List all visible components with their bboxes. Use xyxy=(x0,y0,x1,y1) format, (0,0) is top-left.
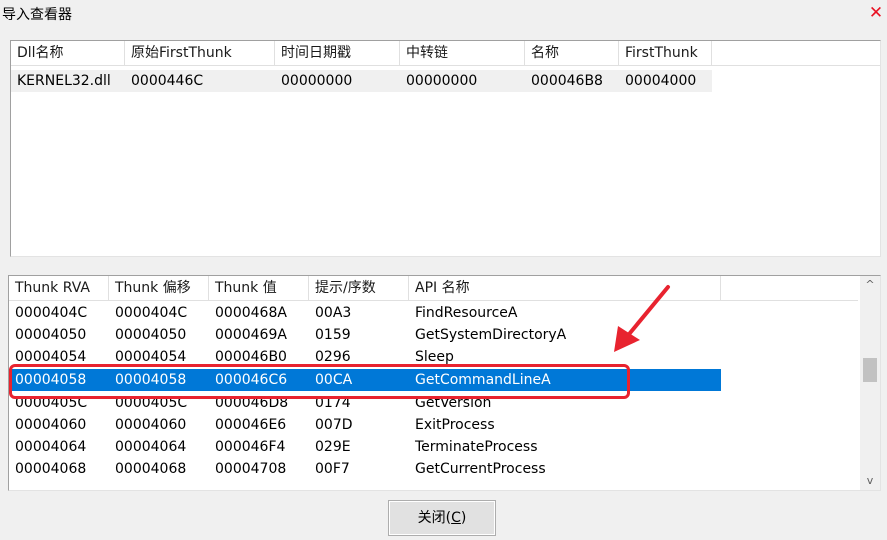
cell-hint-ordinal: 0159 xyxy=(315,327,351,343)
cell-thunk-offset: 00004054 xyxy=(115,349,187,365)
cell-hint-ordinal: 00F7 xyxy=(315,461,350,477)
cell-api-name: FindResourceA xyxy=(415,305,518,321)
column-header-name[interactable]: 名称 xyxy=(525,41,619,66)
column-header-dll-name[interactable]: Dll名称 xyxy=(11,41,125,66)
scroll-up-icon[interactable]: ^ xyxy=(860,276,880,294)
cell-hint-ordinal: 0174 xyxy=(315,395,351,411)
cell-timestamp: 00000000 xyxy=(281,73,353,89)
cell-thunk-value: 000046F4 xyxy=(215,439,286,455)
cell-thunk-offset: 00004050 xyxy=(115,327,187,343)
dll-list-header: Dll名称 原始FirstThunk 时间日期戳 中转链 名称 FirstThu… xyxy=(11,41,880,66)
column-header-api-name[interactable]: API 名称 xyxy=(409,276,721,301)
close-button-accelerator: C xyxy=(451,510,461,526)
table-row[interactable]: 00004060 00004060 000046E6 007D ExitProc… xyxy=(9,414,721,436)
cell-thunk-value: 000046C6 xyxy=(215,372,288,388)
table-row[interactable]: 0000404C 0000404C 0000468A 00A3 FindReso… xyxy=(9,302,721,324)
column-header-hint-ordinal[interactable]: 提示/序数 xyxy=(309,276,409,301)
close-button[interactable]: 关闭(C) xyxy=(388,500,496,536)
cell-thunk-offset: 0000404C xyxy=(115,305,188,321)
thunk-list[interactable]: Thunk RVA Thunk 偏移 Thunk 值 提示/序数 API 名称 … xyxy=(8,275,881,491)
cell-thunk-value: 000046D8 xyxy=(215,395,289,411)
table-row-selected[interactable]: 00004058 00004058 000046C6 00CA GetComma… xyxy=(9,369,721,391)
cell-forwarder-chain: 00000000 xyxy=(406,73,478,89)
cell-thunk-offset: 00004064 xyxy=(115,439,187,455)
cell-hint-ordinal: 0296 xyxy=(315,349,351,365)
cell-thunk-rva: 00004060 xyxy=(15,417,87,433)
cell-thunk-value: 000046B0 xyxy=(215,349,287,365)
table-row[interactable]: 00004054 00004054 000046B0 0296 Sleep xyxy=(9,346,721,368)
cell-thunk-rva: 00004054 xyxy=(15,349,87,365)
column-header-forwarder-chain[interactable]: 中转链 xyxy=(400,41,525,66)
scroll-down-icon[interactable]: v xyxy=(860,472,880,490)
cell-thunk-offset: 0000405C xyxy=(115,395,188,411)
scrollbar-thumb[interactable] xyxy=(863,358,877,382)
title-bar: 导入查看器 ✕ xyxy=(0,0,887,30)
thunk-list-header: Thunk RVA Thunk 偏移 Thunk 值 提示/序数 API 名称 xyxy=(9,276,858,301)
cell-api-name: GetVersion xyxy=(415,395,492,411)
cell-thunk-rva: 00004064 xyxy=(15,439,87,455)
table-row[interactable]: 0000405C 0000405C 000046D8 0174 GetVersi… xyxy=(9,392,721,414)
column-header-thunk-value[interactable]: Thunk 值 xyxy=(209,276,309,301)
cell-thunk-offset: 00004060 xyxy=(115,417,187,433)
column-header-first-thunk[interactable]: FirstThunk xyxy=(619,41,712,66)
cell-dll-name: KERNEL32.dll xyxy=(17,73,111,89)
cell-hint-ordinal: 00CA xyxy=(315,372,353,388)
cell-api-name: GetCommandLineA xyxy=(415,372,551,388)
vertical-scrollbar[interactable]: ^ v xyxy=(860,276,880,490)
cell-hint-ordinal: 00A3 xyxy=(315,305,352,321)
cell-hint-ordinal: 007D xyxy=(315,417,353,433)
cell-thunk-value: 0000468A xyxy=(215,305,287,321)
column-header-original-first-thunk[interactable]: 原始FirstThunk xyxy=(125,41,275,66)
cell-thunk-value: 0000469A xyxy=(215,327,287,343)
cell-thunk-value: 00004708 xyxy=(215,461,287,477)
column-header-filler xyxy=(721,276,858,301)
table-row[interactable]: 00004068 00004068 00004708 00F7 GetCurre… xyxy=(9,458,721,480)
cell-api-name: GetCurrentProcess xyxy=(415,461,546,477)
column-header-timestamp[interactable]: 时间日期戳 xyxy=(275,41,400,66)
cell-original-first-thunk: 0000446C xyxy=(131,73,204,89)
dll-list[interactable]: Dll名称 原始FirstThunk 时间日期戳 中转链 名称 FirstThu… xyxy=(10,40,881,257)
column-header-filler xyxy=(712,41,880,66)
cell-thunk-offset: 00004068 xyxy=(115,461,187,477)
cell-thunk-rva: 0000405C xyxy=(15,395,88,411)
cell-api-name: ExitProcess xyxy=(415,417,495,433)
close-icon[interactable]: ✕ xyxy=(865,0,887,26)
cell-thunk-offset: 00004058 xyxy=(115,372,187,388)
column-header-thunk-offset[interactable]: Thunk 偏移 xyxy=(109,276,209,301)
thunk-rows: 0000404C 0000404C 0000468A 00A3 FindReso… xyxy=(9,301,858,490)
cell-first-thunk: 00004000 xyxy=(625,73,697,89)
cell-api-name: Sleep xyxy=(415,349,454,365)
close-button-label: 关闭( xyxy=(417,510,452,526)
cell-thunk-rva: 0000404C xyxy=(15,305,88,321)
cell-thunk-value: 000046E6 xyxy=(215,417,287,433)
window-title: 导入查看器 xyxy=(2,7,72,23)
cell-name: 000046B8 xyxy=(531,73,603,89)
cell-thunk-rva: 00004050 xyxy=(15,327,87,343)
cell-hint-ordinal: 029E xyxy=(315,439,351,455)
table-row[interactable]: 00004064 00004064 000046F4 029E Terminat… xyxy=(9,436,721,458)
cell-api-name: GetSystemDirectoryA xyxy=(415,327,567,343)
close-button-suffix: ) xyxy=(460,510,467,526)
cell-thunk-rva: 00004058 xyxy=(15,372,87,388)
column-header-thunk-rva[interactable]: Thunk RVA xyxy=(9,276,109,301)
cell-thunk-rva: 00004068 xyxy=(15,461,87,477)
table-row[interactable]: 00004050 00004050 0000469A 0159 GetSyste… xyxy=(9,324,721,346)
table-row[interactable]: KERNEL32.dll 0000446C 00000000 00000000 … xyxy=(11,70,712,92)
cell-api-name: TerminateProcess xyxy=(415,439,538,455)
